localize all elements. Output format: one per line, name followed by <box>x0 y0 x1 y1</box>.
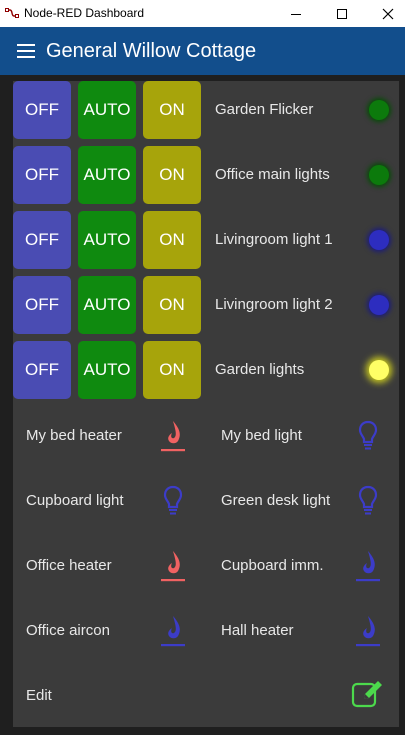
device-label: Cupboard light <box>26 492 124 509</box>
off-button[interactable]: OFF <box>13 211 71 269</box>
hamburger-menu-icon[interactable] <box>17 44 35 58</box>
close-icon <box>382 8 394 19</box>
device-label: Hall heater <box>221 622 294 639</box>
flame-icon[interactable] <box>354 613 382 649</box>
auto-button[interactable]: AUTO <box>78 276 136 334</box>
status-led-icon <box>369 295 389 315</box>
window-title-bar: Node-RED Dashboard <box>0 0 405 27</box>
on-button[interactable]: ON <box>143 276 201 334</box>
off-button[interactable]: OFF <box>13 146 71 204</box>
off-button[interactable]: OFF <box>13 81 71 139</box>
auto-button[interactable]: AUTO <box>78 146 136 204</box>
flame-icon[interactable] <box>159 418 187 454</box>
light-label: Livingroom light 2 <box>215 296 333 313</box>
lightbulb-icon[interactable] <box>159 483 187 519</box>
device-label: My bed heater <box>26 427 122 444</box>
device-label: Office aircon <box>26 622 110 639</box>
window-title: Node-RED Dashboard <box>24 6 145 20</box>
minimize-icon <box>291 13 301 15</box>
light-label: Office main lights <box>215 166 330 183</box>
device-label: My bed light <box>221 427 302 444</box>
node-red-app-icon <box>5 8 19 18</box>
maximize-icon <box>337 8 347 19</box>
auto-button[interactable]: AUTO <box>78 341 136 399</box>
status-led-icon <box>369 165 389 185</box>
device-label: Cupboard imm. <box>221 557 324 574</box>
on-button[interactable]: ON <box>143 146 201 204</box>
device-label: Green desk light <box>221 492 331 509</box>
light-label: Livingroom light 1 <box>215 231 333 248</box>
off-button[interactable]: OFF <box>13 276 71 334</box>
light-label: Garden lights <box>215 361 305 378</box>
minimize-button[interactable] <box>273 0 319 27</box>
dashboard-header: General Willow Cottage <box>0 27 405 75</box>
dashboard-title: General Willow Cottage <box>46 40 257 62</box>
edit-label: Edit <box>26 687 52 704</box>
on-button[interactable]: ON <box>143 81 201 139</box>
dashboard-content: OFF AUTO ON Garden Flicker OFF AUTO ON O… <box>0 75 405 735</box>
lightbulb-icon[interactable] <box>354 483 382 519</box>
on-button[interactable]: ON <box>143 341 201 399</box>
flame-icon[interactable] <box>159 548 187 584</box>
light-label: Garden Flicker <box>215 101 314 118</box>
device-label: Office heater <box>26 557 112 574</box>
status-led-icon <box>369 230 389 250</box>
control-group-card: OFF AUTO ON Garden Flicker OFF AUTO ON O… <box>13 81 399 727</box>
close-button[interactable] <box>365 0 405 27</box>
on-button[interactable]: ON <box>143 211 201 269</box>
auto-button[interactable]: AUTO <box>78 211 136 269</box>
status-led-icon <box>369 100 389 120</box>
lightbulb-icon[interactable] <box>354 418 382 454</box>
auto-button[interactable]: AUTO <box>78 81 136 139</box>
edit-icon[interactable] <box>351 679 385 709</box>
flame-icon[interactable] <box>159 613 187 649</box>
off-button[interactable]: OFF <box>13 341 71 399</box>
maximize-button[interactable] <box>319 0 365 27</box>
flame-icon[interactable] <box>354 548 382 584</box>
status-led-icon <box>369 360 389 380</box>
